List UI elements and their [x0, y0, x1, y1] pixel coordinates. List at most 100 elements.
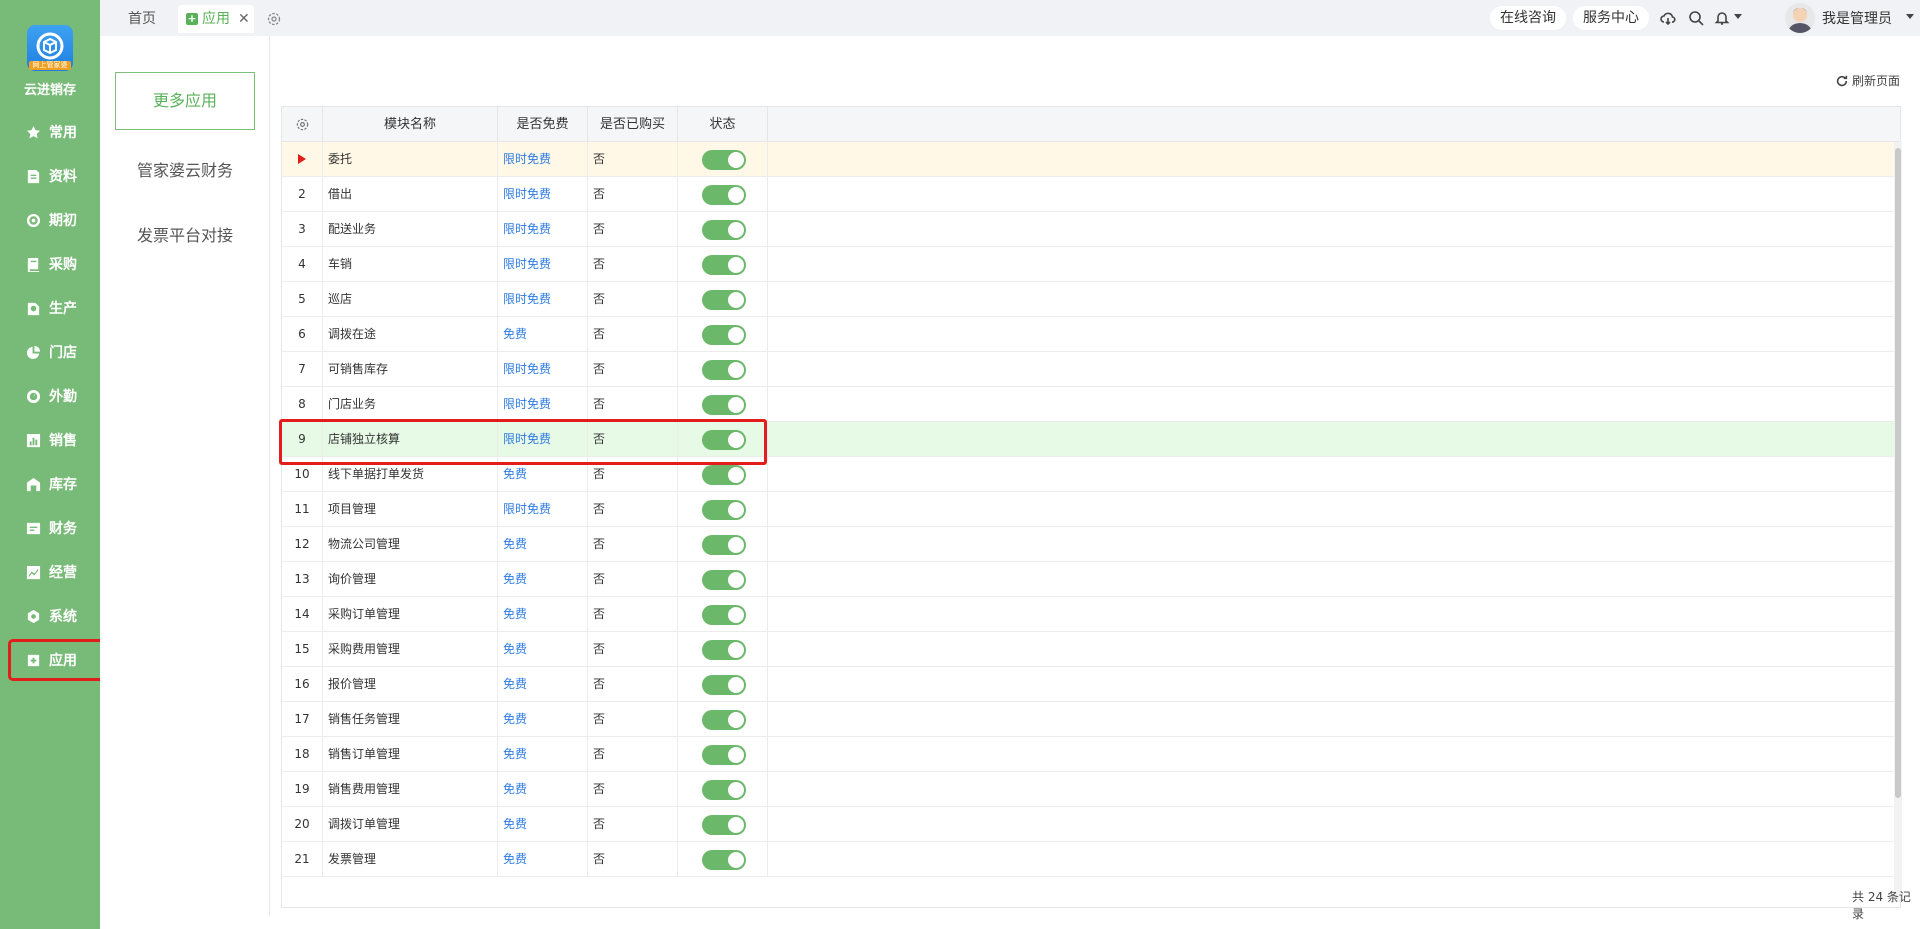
sidebar: 网上管家婆 云进销存 常用 资料 期初 采购 生产 门店 外勤 销售 库存 财务	[0, 0, 117, 929]
row-index: 3	[282, 212, 323, 247]
table-row[interactable]: 7 可销售库存 限时免费否	[282, 352, 1900, 387]
username[interactable]: 我是管理员	[1822, 8, 1892, 32]
sidebar-item-label: 销售	[49, 433, 77, 449]
status-toggle[interactable]	[702, 290, 746, 310]
table-row[interactable]: 20 调拨订单管理 免费否	[282, 807, 1900, 842]
sidebar-item-label: 应用	[49, 653, 77, 669]
table-row[interactable]: 18 销售订单管理 免费否	[282, 737, 1900, 772]
status-toggle[interactable]	[702, 220, 746, 240]
tab-home[interactable]: 首页	[128, 5, 156, 33]
column-header-is-bought[interactable]: 是否已购买	[588, 107, 678, 142]
sidebar-item-opening[interactable]: 期初	[0, 202, 100, 238]
sidebar-item-system[interactable]: 系统	[0, 598, 100, 634]
bought-status: 否	[588, 842, 678, 877]
table-row[interactable]: 19 销售费用管理 免费否	[282, 772, 1900, 807]
submenu-item-cloud-finance[interactable]: 管家婆云财务	[100, 157, 270, 181]
status-cell	[678, 212, 768, 247]
status-toggle[interactable]	[702, 675, 746, 695]
status-toggle[interactable]	[702, 535, 746, 555]
status-toggle[interactable]	[702, 850, 746, 870]
sidebar-item-label: 财务	[49, 521, 77, 537]
refresh-page-button[interactable]: 刷新页面	[1835, 72, 1900, 89]
table-row[interactable]: 委托 限时免费否	[282, 142, 1900, 177]
table-row[interactable]: 14 采购订单管理 免费否	[282, 597, 1900, 632]
sidebar-item-field[interactable]: 外勤	[0, 378, 100, 414]
status-toggle[interactable]	[702, 395, 746, 415]
status-toggle[interactable]	[702, 780, 746, 800]
tab-settings-gear-icon[interactable]	[266, 9, 282, 26]
table-row[interactable]: 8 门店业务 限时免费否	[282, 387, 1900, 422]
sidebar-item-label: 期初	[49, 213, 77, 229]
bell-icon[interactable]	[1714, 10, 1730, 26]
table-row[interactable]: 13 询价管理 免费否	[282, 562, 1900, 597]
table-row[interactable]: 4 车销 限时免费否	[282, 247, 1900, 282]
column-header-is-free[interactable]: 是否免费	[498, 107, 588, 142]
free-status: 免费	[498, 632, 588, 667]
module-name: 发票管理	[323, 842, 498, 877]
status-toggle[interactable]	[702, 430, 746, 450]
table-row[interactable]: 6 调拨在途 免费否	[282, 317, 1900, 352]
sidebar-item-data[interactable]: 资料	[0, 158, 100, 194]
status-toggle[interactable]	[702, 605, 746, 625]
row-index: 5	[282, 282, 323, 317]
column-header-status[interactable]: 状态	[678, 107, 768, 142]
table-row[interactable]: 3 配送业务 限时免费否	[282, 212, 1900, 247]
sidebar-item-inventory[interactable]: 库存	[0, 466, 100, 502]
bought-status: 否	[588, 667, 678, 702]
sidebar-item-finance[interactable]: 财务	[0, 510, 100, 546]
row-index: 7	[282, 352, 323, 387]
service-center-button[interactable]: 服务中心	[1573, 6, 1649, 30]
cloud-download-icon[interactable]	[1660, 10, 1676, 26]
sidebar-item-production[interactable]: 生产	[0, 290, 100, 326]
table-row[interactable]: 10 线下单据打单发货 免费否	[282, 457, 1900, 492]
table-row[interactable]: 5 巡店 限时免费否	[282, 282, 1900, 317]
column-settings-icon[interactable]	[282, 107, 323, 142]
submenu-item-invoice-platform[interactable]: 发票平台对接	[100, 222, 270, 246]
status-toggle[interactable]	[702, 815, 746, 835]
sidebar-item-purchase[interactable]: 采购	[0, 246, 100, 282]
status-toggle[interactable]	[702, 500, 746, 520]
table-row[interactable]: 9 店铺独立核算 限时免费否	[282, 422, 1900, 457]
online-consult-button[interactable]: 在线咨询	[1490, 6, 1566, 30]
sidebar-item-apps[interactable]: 应用	[8, 639, 117, 681]
status-toggle[interactable]	[702, 640, 746, 660]
chevron-down-icon[interactable]	[1734, 14, 1742, 19]
sidebar-item-business[interactable]: 经营	[0, 554, 100, 590]
table-row[interactable]: 21 发票管理 免费否	[282, 842, 1900, 877]
table-row[interactable]: 16 报价管理 免费否	[282, 667, 1900, 702]
status-toggle[interactable]	[702, 360, 746, 380]
status-toggle[interactable]	[702, 745, 746, 765]
status-cell	[678, 247, 768, 282]
scrollbar-thumb[interactable]	[1895, 148, 1901, 798]
chevron-down-icon[interactable]	[1906, 14, 1914, 19]
content-area: 更多应用 管家婆云财务 发票平台对接 刷新页面 模块名称 是否免费 是否已购买 …	[100, 36, 1920, 929]
sidebar-item-store[interactable]: 门店	[0, 334, 100, 370]
sidebar-item-common[interactable]: 常用	[0, 114, 100, 150]
table-row[interactable]: 17 销售任务管理 免费否	[282, 702, 1900, 737]
column-header-module-name[interactable]: 模块名称	[323, 107, 498, 142]
row-index: 16	[282, 667, 323, 702]
sidebar-item-sales[interactable]: 销售	[0, 422, 100, 458]
table-scrollbar[interactable]	[1894, 142, 1902, 902]
table-row[interactable]: 15 采购费用管理 免费否	[282, 632, 1900, 667]
table-row[interactable]: 2 借出 限时免费否	[282, 177, 1900, 212]
status-toggle[interactable]	[702, 570, 746, 590]
status-cell	[678, 177, 768, 212]
status-cell	[678, 632, 768, 667]
status-toggle[interactable]	[702, 710, 746, 730]
tab-apps[interactable]: + 应用 ✕	[178, 5, 254, 33]
close-icon[interactable]: ✕	[238, 5, 250, 33]
table-row[interactable]: 12 物流公司管理 免费否	[282, 527, 1900, 562]
status-toggle[interactable]	[702, 465, 746, 485]
free-status: 限时免费	[498, 492, 588, 527]
modules-table: 模块名称 是否免费 是否已购买 状态 委托 限时免费否 2 借出 限时免费否 3 配送业务限…	[281, 106, 1901, 908]
search-icon[interactable]	[1688, 10, 1704, 26]
status-toggle[interactable]	[702, 325, 746, 345]
table-row[interactable]: 11 项目管理 限时免费否	[282, 492, 1900, 527]
more-apps-button[interactable]: 更多应用	[115, 72, 255, 130]
status-toggle[interactable]	[702, 150, 746, 170]
status-toggle[interactable]	[702, 185, 746, 205]
status-toggle[interactable]	[702, 255, 746, 275]
avatar[interactable]	[1785, 3, 1815, 33]
module-name: 委托	[323, 142, 498, 177]
